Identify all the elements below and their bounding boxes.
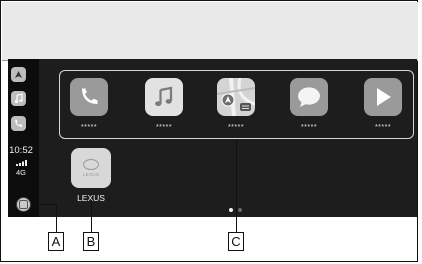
app-label: *****	[227, 124, 245, 131]
app-messages[interactable]	[290, 78, 328, 116]
page-indicator-dot[interactable]	[238, 208, 242, 212]
callout-a-line	[56, 204, 57, 232]
sidebar-music-icon[interactable]	[11, 91, 26, 106]
app-play[interactable]	[364, 78, 402, 116]
page-indicator-dot-active[interactable]	[229, 208, 233, 212]
app-label: *****	[155, 124, 173, 131]
network-type: 4G	[15, 168, 26, 177]
home-button[interactable]	[16, 197, 31, 212]
display-bezel	[2, 2, 418, 61]
phone-icon	[82, 88, 98, 104]
sidebar-maps-icon[interactable]	[11, 67, 26, 82]
play-icon	[377, 88, 391, 106]
status-clock: 10:52	[9, 145, 33, 156]
callout-c-line	[236, 139, 237, 232]
callout-c: C	[228, 232, 244, 251]
maps-icon	[217, 78, 255, 116]
app-label: *****	[80, 124, 98, 131]
callout-a-line	[31, 204, 56, 205]
sidebar-phone-icon[interactable]	[11, 116, 26, 131]
app-music[interactable]	[145, 78, 183, 116]
callout-b-line	[91, 200, 92, 232]
app-label: *****	[300, 124, 318, 131]
music-icon	[155, 86, 173, 107]
app-lexus[interactable]: LEXUS	[71, 148, 111, 188]
lexus-tile-text: LEXUS	[82, 172, 100, 177]
messages-icon	[298, 87, 320, 107]
callout-a: A	[48, 232, 64, 251]
lexus-logo-icon	[83, 159, 99, 170]
app-maps[interactable]	[217, 78, 255, 116]
app-label: *****	[374, 124, 392, 131]
callout-b: B	[83, 232, 99, 251]
signal-strength-icon	[16, 160, 27, 166]
home-button-icon	[19, 200, 28, 209]
app-phone[interactable]	[70, 78, 108, 116]
sidebar	[8, 59, 39, 217]
